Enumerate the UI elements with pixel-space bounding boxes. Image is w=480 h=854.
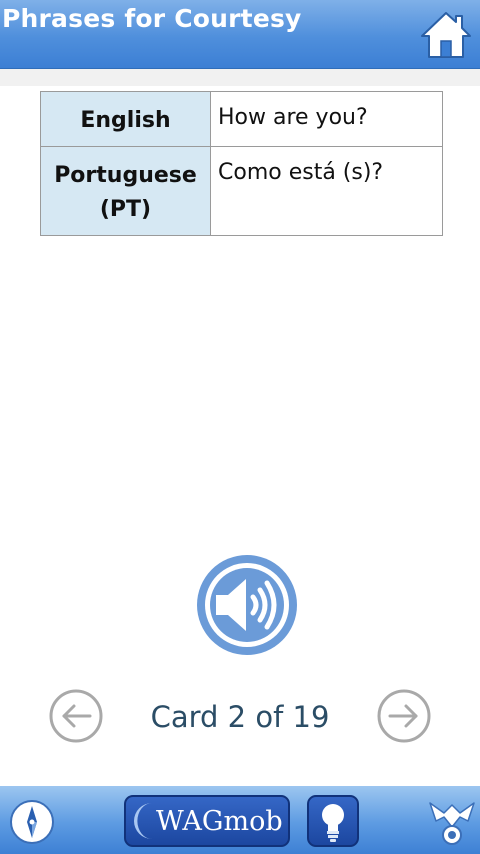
phrase-row-portuguese: Portuguese (PT) Como está (s)? — [40, 146, 443, 236]
arrow-right-icon — [377, 689, 431, 743]
wagmob-button[interactable]: WAGmob — [124, 795, 290, 847]
next-card-button[interactable] — [376, 688, 432, 744]
brand-label: WAGmob — [156, 806, 283, 837]
settings-button[interactable] — [426, 795, 478, 853]
header-divider — [0, 69, 480, 86]
settings-icon — [429, 802, 475, 845]
phrase-text: Como está (s)? — [210, 146, 443, 236]
compass-icon — [10, 800, 54, 844]
app-header: Phrases for Courtesy — [0, 0, 480, 69]
arrow-left-icon — [49, 689, 103, 743]
compass-button[interactable] — [8, 796, 56, 852]
phrase-card: English How are you? Portuguese (PT) Com… — [40, 91, 443, 236]
card-counter: Card 2 of 19 — [150, 700, 330, 734]
lightbulb-icon — [322, 804, 344, 842]
phrase-row-english: English How are you? — [40, 91, 443, 147]
previous-card-button[interactable] — [48, 688, 104, 744]
play-audio-button[interactable] — [194, 552, 300, 658]
home-button[interactable] — [420, 9, 472, 61]
language-label: English — [40, 91, 211, 147]
home-icon — [421, 12, 471, 58]
page-title: Phrases for Courtesy — [2, 4, 302, 33]
speaker-icon — [197, 555, 297, 655]
phrase-text: How are you? — [210, 91, 443, 147]
language-label: Portuguese (PT) — [40, 146, 211, 236]
tips-button[interactable] — [307, 795, 359, 847]
